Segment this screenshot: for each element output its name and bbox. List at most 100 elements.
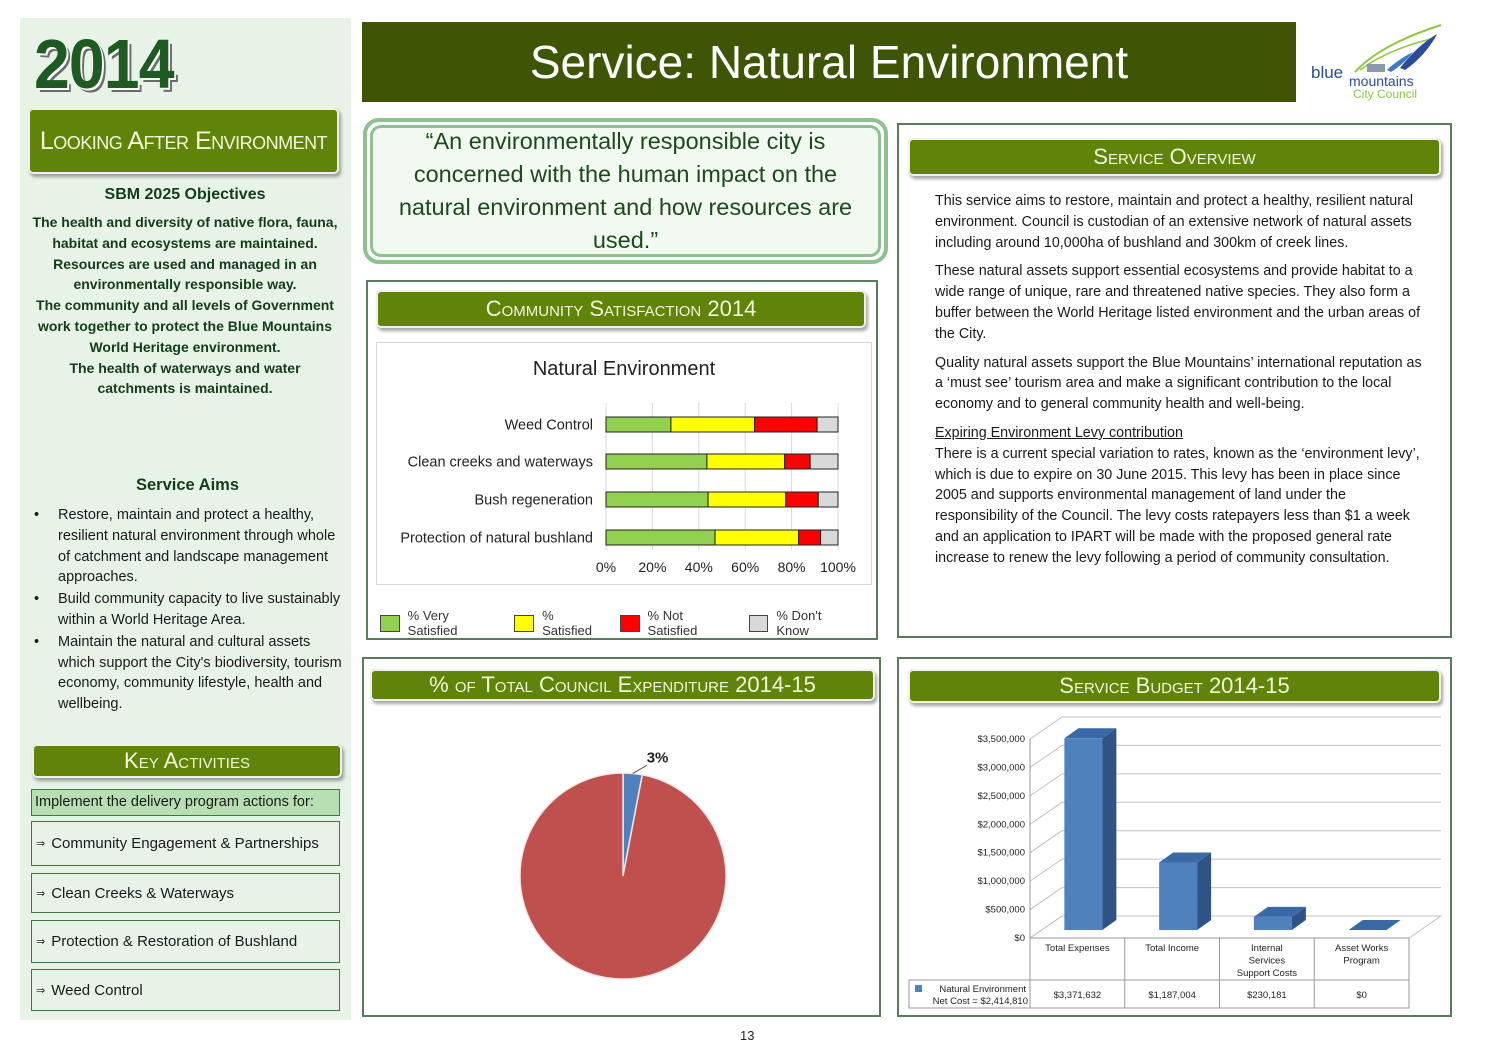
depth-gridline	[1029, 745, 1063, 768]
service-budget-title: Service Budget 2014-15	[908, 669, 1441, 703]
category-label: Clean creeks and waterways	[408, 455, 593, 471]
budget-bar-top	[1348, 920, 1401, 930]
quote-box: “An environmentally responsible city is …	[363, 118, 888, 264]
bar-segment	[809, 453, 839, 470]
service-budget-panel: Service Budget 2014-15 $0 $500,000 $1,000,…	[897, 657, 1452, 1017]
bar-segment	[816, 416, 839, 433]
x-tick-label: 60%	[731, 559, 759, 575]
bar-segment	[784, 453, 811, 470]
x-category-label: Total Income	[1145, 943, 1199, 954]
legend-key-swatch	[915, 985, 922, 992]
levy-heading: Expiring Environment Levy contribution	[935, 424, 1183, 441]
service-aim-item: • Maintain the natural and cultural asset…	[34, 633, 342, 713]
bullet-icon: •	[34, 507, 40, 523]
bar-segment	[753, 416, 818, 433]
depth-gridline	[1029, 887, 1063, 910]
bar-segment	[785, 491, 819, 508]
data-table-value: $230,181	[1247, 990, 1287, 1001]
budget-bar-front	[1253, 916, 1292, 930]
objectives-section: SBM 2025 Objectives The health and diver…	[30, 186, 340, 399]
x-tick-label: 80%	[778, 559, 806, 575]
key-activity-item: ⇒ Community Engagement & Partnerships	[31, 821, 340, 866]
depth-gridline	[1029, 716, 1063, 740]
x-tick-label: 40%	[685, 559, 713, 575]
objective-item: The health and diversity of native flora…	[32, 214, 338, 251]
expenditure-pie-chart: 3%	[519, 749, 727, 980]
category-label: Bush regeneration	[475, 493, 594, 509]
bullet-icon: •	[34, 633, 40, 650]
x-tick-label: 0%	[596, 559, 616, 575]
x-category-label: Asset Works	[1335, 943, 1388, 954]
key-activity-item: ⇒ Clean Creeks & Waterways	[31, 873, 340, 913]
key-activities-title: Key Activities	[32, 744, 342, 778]
y-tick-label: $2,000,000	[977, 819, 1025, 830]
arrow-right-icon: ⇒	[36, 838, 46, 850]
y-tick-label: $1,500,000	[977, 848, 1025, 859]
bar-segment	[670, 416, 755, 433]
key-activity-item: ⇒ Weed Control	[31, 969, 340, 1011]
community-satisfaction-title: Community Satisfaction 2014	[376, 290, 866, 328]
service-aims-list: • Restore, maintain and protect a healthy…	[30, 505, 345, 715]
overview-paragraph: These natural assets support essential e…	[935, 263, 1421, 342]
budget-bar-side	[1197, 852, 1212, 930]
x-tick-label: 20%	[638, 559, 666, 575]
chart-title: Natural Environment	[533, 358, 716, 380]
bar-segment	[605, 453, 708, 470]
bar-segment	[605, 529, 716, 546]
council-logo: blue mountains City Council	[1305, 20, 1450, 102]
overview-paragraph: This service aims to restore, maintain a…	[935, 193, 1414, 251]
depth-gridline	[1029, 830, 1063, 854]
y-tick-label: $2,500,000	[977, 791, 1025, 802]
pie-slice	[519, 772, 727, 980]
page-number: 13	[740, 1028, 755, 1043]
y-tick-label: $3,000,000	[977, 762, 1025, 773]
x-category-label: Support Costs	[1237, 968, 1297, 979]
bar-segment	[820, 529, 839, 546]
quote-text: “An environmentally responsible city is …	[370, 125, 881, 257]
overview-paragraph: Quality natural assets support the Blue …	[935, 354, 1422, 413]
y-tick-label: $1,000,000	[977, 876, 1025, 887]
legend-item: % Not Satisfied	[619, 608, 735, 638]
legend-swatch-dont-know	[748, 614, 769, 632]
bar-segment	[707, 491, 787, 508]
bar-segment	[714, 529, 800, 546]
x-category-label: Services	[1249, 956, 1286, 967]
pie-leader-line	[632, 765, 647, 774]
y-tick-label: $0	[1014, 933, 1025, 944]
sidebar-title: Looking After Environment	[28, 108, 339, 174]
service-aim-item: • Restore, maintain and protect a healthy…	[34, 507, 336, 586]
svg-text:blue: blue	[1311, 63, 1343, 82]
x-tick-label: 100%	[820, 559, 856, 575]
pie-data-label: 3%	[647, 749, 669, 766]
legend-item: % Very Satisfied	[380, 608, 500, 638]
satisfaction-chart-svg: Natural Environment 0% 20% 40% 60% 80% 100% Wee…	[400, 358, 856, 575]
year-heading: 2014	[34, 25, 175, 103]
legend-swatch-very-satisfied	[380, 614, 400, 632]
community-satisfaction-panel: Community Satisfaction 2014 Natural Envi…	[366, 280, 878, 640]
bar-segment	[706, 453, 786, 470]
legend-item: % Satisfied	[514, 608, 605, 638]
arrow-right-icon: ⇒	[36, 936, 46, 948]
expenditure-panel: % of Total Council Expenditure 2014-15 3…	[362, 657, 881, 1017]
budget-bar-front	[1159, 862, 1198, 930]
net-cost-label: Net Cost = $2,414,810	[933, 996, 1028, 1007]
bullet-icon: •	[34, 591, 40, 608]
legend-swatch-satisfied	[514, 614, 535, 632]
y-tick-label: $500,000	[985, 905, 1025, 916]
legend-item: % Don't Know	[748, 608, 856, 638]
service-overview-panel: Service Overview This service aims to re…	[897, 123, 1452, 638]
x-category-label: Program	[1343, 956, 1380, 967]
sidebar: 2014 Looking After Environment SBM 2025 …	[20, 18, 351, 1020]
svg-text:City Council: City Council	[1353, 87, 1417, 101]
bar-segment	[605, 491, 709, 508]
bar-segment	[817, 491, 839, 508]
expenditure-title: % of Total Council Expenditure 2014-15	[370, 669, 875, 701]
budget-bar-front	[1064, 738, 1103, 930]
levy-paragraph: There is a current special variation to …	[935, 445, 1420, 566]
service-aims-heading: Service Aims	[135, 476, 240, 494]
series-label: Natural Environment	[939, 984, 1026, 995]
depth-gridline	[1029, 858, 1063, 882]
depth-gridline	[1029, 773, 1063, 797]
service-budget-chart: $0 $500,000 $1,000,000 $1,500,000 $2,000,000…	[908, 716, 1443, 1009]
category-label: Protection of natural bushland	[400, 531, 593, 547]
